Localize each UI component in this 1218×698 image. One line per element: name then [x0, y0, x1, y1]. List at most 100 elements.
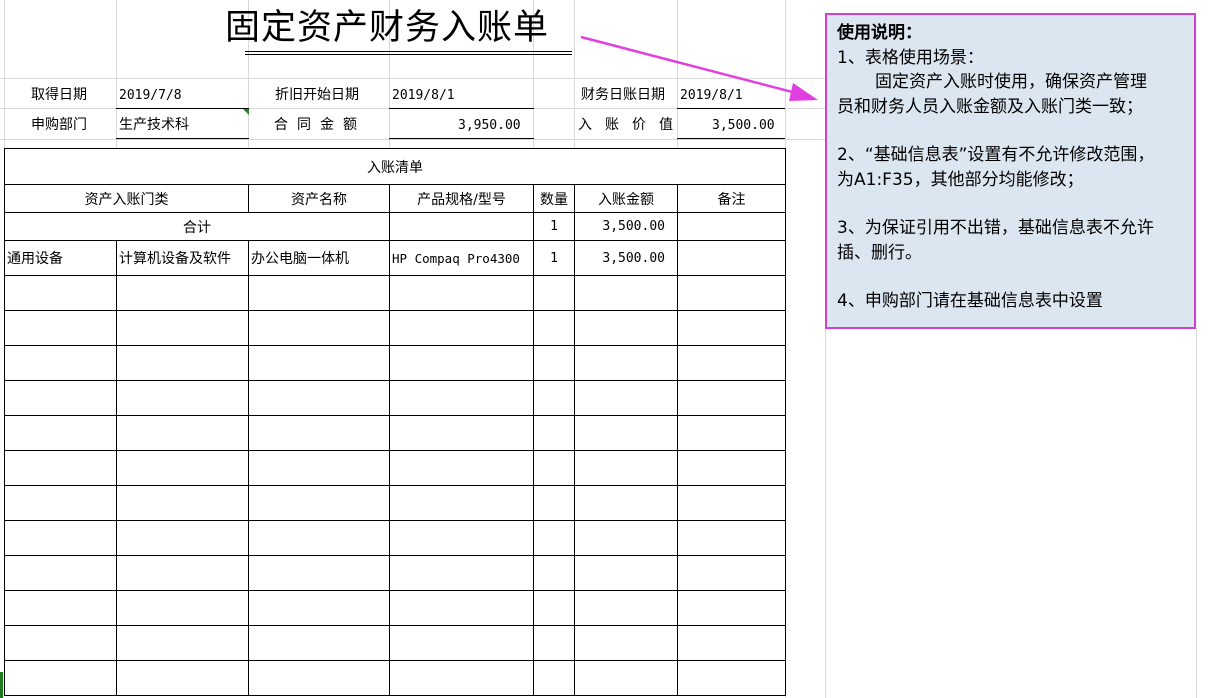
empty-cell[interactable]: [5, 626, 117, 661]
empty-cell[interactable]: [575, 521, 678, 556]
instructions-box[interactable]: 使用说明： 1、表格使用场景： 固定资产入账时使用，确保资产管理 员和财务人员入…: [825, 13, 1196, 329]
book-value-cell[interactable]: 3,500.00: [712, 117, 775, 135]
empty-cell[interactable]: [390, 591, 534, 626]
total-remark-cell[interactable]: [678, 213, 786, 241]
empty-cell[interactable]: [575, 591, 678, 626]
empty-cell[interactable]: [5, 416, 117, 451]
empty-cell[interactable]: [249, 626, 390, 661]
empty-cell[interactable]: [249, 556, 390, 591]
empty-cell[interactable]: [249, 311, 390, 346]
total-label-cell[interactable]: 合计: [5, 213, 390, 241]
empty-cell[interactable]: [249, 276, 390, 311]
empty-cell[interactable]: [249, 451, 390, 486]
empty-cell[interactable]: [390, 486, 534, 521]
dept-cell[interactable]: 生产技术科: [119, 116, 189, 134]
total-spec-cell[interactable]: [390, 213, 534, 241]
empty-cell[interactable]: [5, 556, 117, 591]
empty-cell[interactable]: [534, 381, 575, 416]
row-quantity-cell[interactable]: 1: [534, 241, 575, 276]
empty-cell[interactable]: [678, 486, 786, 521]
empty-cell[interactable]: [249, 381, 390, 416]
empty-cell[interactable]: [5, 661, 117, 696]
empty-cell[interactable]: [390, 416, 534, 451]
empty-cell[interactable]: [534, 661, 575, 696]
empty-cell[interactable]: [678, 451, 786, 486]
empty-cell[interactable]: [678, 661, 786, 696]
empty-cell[interactable]: [117, 591, 249, 626]
empty-cell[interactable]: [249, 591, 390, 626]
empty-cell[interactable]: [5, 346, 117, 381]
empty-cell[interactable]: [5, 276, 117, 311]
empty-cell[interactable]: [117, 451, 249, 486]
empty-cell[interactable]: [678, 276, 786, 311]
total-amount-cell[interactable]: 3,500.00: [575, 213, 678, 241]
empty-cell[interactable]: [117, 346, 249, 381]
empty-cell[interactable]: [249, 416, 390, 451]
empty-cell[interactable]: [390, 626, 534, 661]
empty-cell[interactable]: [117, 486, 249, 521]
empty-cell[interactable]: [678, 556, 786, 591]
empty-cell[interactable]: [575, 661, 678, 696]
depr-start-cell[interactable]: 2019/8/1: [392, 87, 455, 105]
empty-cell[interactable]: [534, 416, 575, 451]
empty-cell[interactable]: [117, 521, 249, 556]
empty-cell[interactable]: [575, 556, 678, 591]
empty-cell[interactable]: [249, 346, 390, 381]
empty-cell[interactable]: [678, 311, 786, 346]
empty-cell[interactable]: [117, 381, 249, 416]
empty-cell[interactable]: [390, 556, 534, 591]
header-amount[interactable]: 入账金额: [575, 185, 678, 213]
empty-cell[interactable]: [678, 626, 786, 661]
empty-cell[interactable]: [678, 346, 786, 381]
empty-cell[interactable]: [5, 311, 117, 346]
empty-cell[interactable]: [575, 486, 678, 521]
empty-cell[interactable]: [117, 276, 249, 311]
empty-cell[interactable]: [5, 451, 117, 486]
row-amount-cell[interactable]: 3,500.00: [575, 241, 678, 276]
empty-cell[interactable]: [678, 591, 786, 626]
contract-amount-cell[interactable]: 3,950.00: [458, 117, 521, 135]
empty-cell[interactable]: [534, 521, 575, 556]
empty-cell[interactable]: [390, 311, 534, 346]
empty-cell[interactable]: [117, 626, 249, 661]
empty-cell[interactable]: [5, 521, 117, 556]
row-subcategory-cell[interactable]: 计算机设备及软件: [117, 241, 249, 276]
header-quantity[interactable]: 数量: [534, 185, 575, 213]
header-category[interactable]: 资产入账门类: [5, 185, 249, 213]
row-category-cell[interactable]: 通用设备: [5, 241, 117, 276]
empty-cell[interactable]: [249, 486, 390, 521]
empty-cell[interactable]: [390, 521, 534, 556]
empty-cell[interactable]: [534, 311, 575, 346]
empty-cell[interactable]: [534, 451, 575, 486]
empty-cell[interactable]: [534, 276, 575, 311]
empty-cell[interactable]: [534, 626, 575, 661]
header-spec[interactable]: 产品规格/型号: [390, 185, 534, 213]
empty-cell[interactable]: [534, 486, 575, 521]
empty-cell[interactable]: [678, 381, 786, 416]
empty-cell[interactable]: [5, 381, 117, 416]
empty-cell[interactable]: [575, 346, 678, 381]
empty-cell[interactable]: [5, 591, 117, 626]
acquire-date-cell[interactable]: 2019/7/8: [119, 87, 182, 105]
section-title-cell[interactable]: 入账清单: [5, 149, 786, 185]
empty-cell[interactable]: [678, 416, 786, 451]
empty-cell[interactable]: [575, 451, 678, 486]
empty-cell[interactable]: [5, 486, 117, 521]
empty-cell[interactable]: [575, 311, 678, 346]
empty-cell[interactable]: [249, 521, 390, 556]
header-remark[interactable]: 备注: [678, 185, 786, 213]
header-asset-name[interactable]: 资产名称: [249, 185, 390, 213]
empty-cell[interactable]: [390, 346, 534, 381]
empty-cell[interactable]: [117, 311, 249, 346]
empty-cell[interactable]: [678, 521, 786, 556]
empty-cell[interactable]: [390, 451, 534, 486]
empty-cell[interactable]: [534, 556, 575, 591]
empty-cell[interactable]: [534, 346, 575, 381]
empty-cell[interactable]: [575, 381, 678, 416]
total-quantity-cell[interactable]: 1: [534, 213, 575, 241]
empty-cell[interactable]: [534, 591, 575, 626]
row-spec-cell[interactable]: HP Compaq Pro4300: [390, 241, 534, 276]
row-name-cell[interactable]: 办公电脑一体机: [249, 241, 390, 276]
empty-cell[interactable]: [575, 276, 678, 311]
row-remark-cell[interactable]: [678, 241, 786, 276]
